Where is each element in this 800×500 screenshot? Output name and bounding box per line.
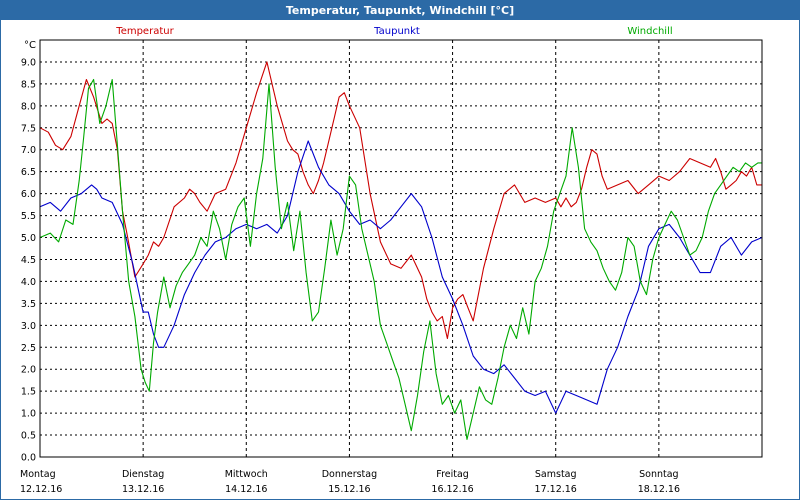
y-tick-label: 7.5: [21, 123, 36, 134]
legend: Temperatur Taupunkt Windchill: [115, 26, 672, 37]
grid: [40, 40, 762, 458]
y-tick-label: 1.0: [21, 409, 36, 420]
x-tick-date-label: 12.12.16: [20, 484, 62, 495]
y-tick-label: 4.0: [21, 277, 36, 288]
line-chart: 0.0 0.5 1.0 1.5 2.0 2.5 3.0 3.5 4.0 4.5 5.0 5.5 6.0 6…: [20, 26, 763, 495]
y-tick-label: 5.0: [21, 233, 36, 244]
y-tick-label: 8.0: [21, 101, 36, 112]
x-tick-date-label: 13.12.16: [122, 484, 164, 495]
y-tick-label: 3.5: [21, 299, 36, 310]
x-tick-date-label: 14.12.16: [225, 484, 267, 495]
series-line-taupunkt: [39, 140, 763, 414]
series-line-temperatur: [39, 61, 762, 340]
legend-temperatur: Temperatur: [115, 26, 174, 37]
plot-frame: [39, 39, 763, 458]
y-axis-ticks: 0.0 0.5 1.0 1.5 2.0 2.5 3.0 3.5 4.0 4.5 5.0 5.5 6.0 6…: [21, 57, 36, 463]
x-tick-day-label: Mittwoch: [225, 469, 268, 480]
y-tick-label: 0.5: [21, 431, 36, 442]
x-tick-day-label: Samstag: [535, 469, 577, 480]
y-tick-label: 8.5: [21, 79, 36, 90]
y-tick-label: 7.0: [21, 145, 36, 156]
x-tick-day-label: Donnerstag: [322, 469, 377, 480]
y-tick-label: 2.0: [21, 365, 36, 376]
x-tick-date-label: 17.12.16: [535, 484, 577, 495]
y-tick-label: 4.5: [21, 255, 36, 266]
legend-windchill: Windchill: [627, 26, 672, 37]
x-tick-date-label: 18.12.16: [638, 484, 680, 495]
x-tick-date-label: 16.12.16: [431, 484, 473, 495]
y-tick-label: 1.5: [21, 387, 36, 398]
y-tick-label: 5.5: [21, 211, 36, 222]
x-tick-day-label: Dienstag: [122, 469, 164, 480]
y-tick-label: 6.0: [21, 189, 36, 200]
y-tick-label: 6.5: [21, 167, 36, 178]
y-tick-label: 3.0: [21, 321, 36, 332]
y-tick-label: 2.5: [21, 343, 36, 354]
x-tick-date-label: 15.12.16: [328, 484, 370, 495]
legend-taupunkt: Taupunkt: [373, 26, 420, 37]
y-tick-label: 9.0: [21, 57, 36, 68]
x-tick-day-label: Montag: [20, 469, 56, 480]
series-lines: [39, 61, 763, 440]
x-tick-day-label: Sonntag: [639, 469, 678, 480]
x-axis-ticks: Montag 12.12.16 Dienstag 13.12.16 Mittwoch 14…: [20, 469, 680, 495]
x-tick-day-label: Freitag: [436, 469, 469, 480]
y-tick-label: 0.0: [21, 453, 36, 464]
y-axis-label: °C: [24, 40, 36, 51]
